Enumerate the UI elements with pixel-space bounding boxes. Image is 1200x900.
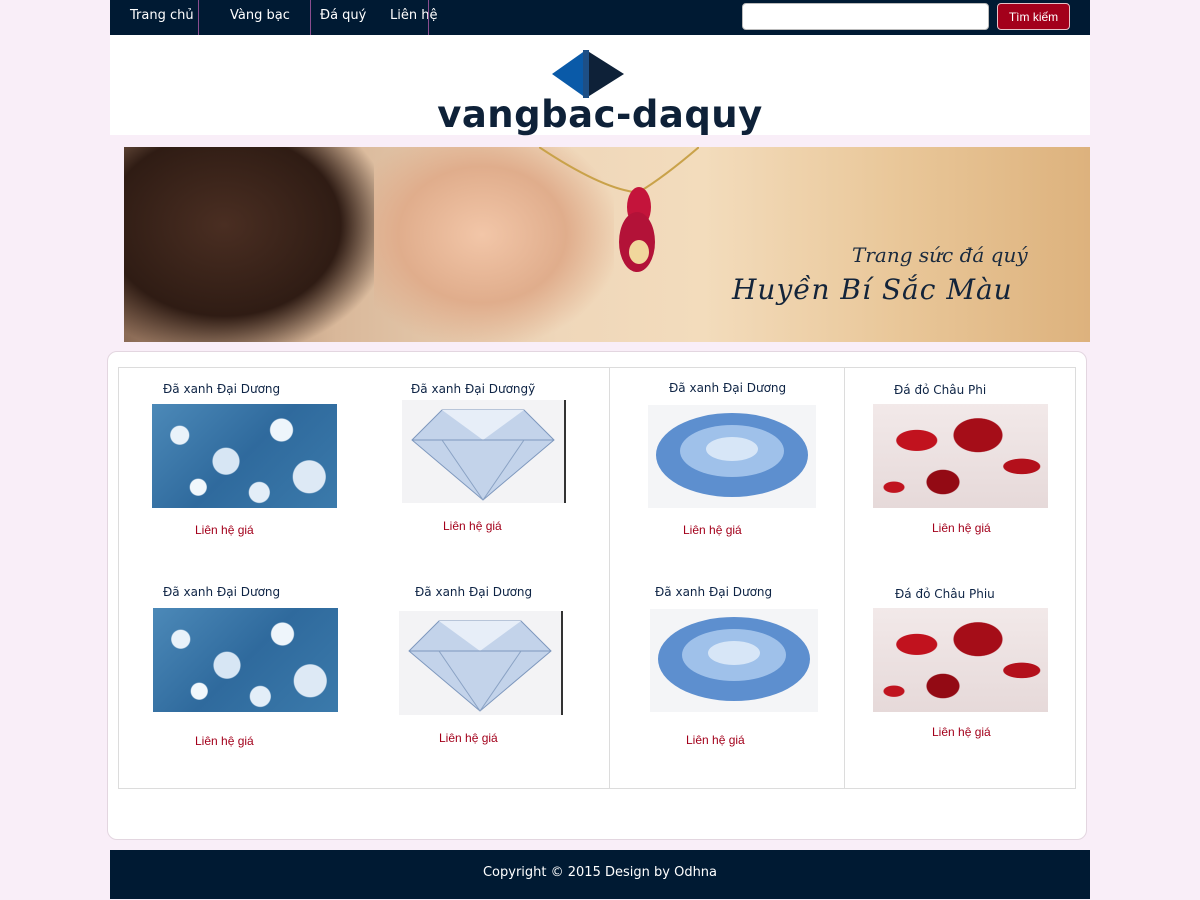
contact-price-link[interactable]: Liên hệ giá (195, 734, 254, 748)
blue-oval-gem-image[interactable] (650, 609, 818, 712)
site-logo-text[interactable]: vangbac-daquy (110, 93, 1090, 136)
contact-price-link[interactable]: Liên hệ giá (443, 519, 502, 533)
search-button[interactable]: Tìm kiếm (997, 3, 1070, 30)
contact-price-link[interactable]: Liên hệ giá (686, 733, 745, 747)
nav-item-contact[interactable]: Liên hệ (390, 0, 437, 35)
nav-item-gemstones[interactable]: Đá quý (320, 0, 366, 35)
logo-diamond-icon (552, 50, 624, 98)
banner-slogan: Huyền Bí Sắc Màu (732, 273, 1013, 306)
contact-price-link[interactable]: Liên hệ giá (439, 731, 498, 745)
contact-price-link[interactable]: Liên hệ giá (932, 725, 991, 739)
banner-model-hair (124, 147, 374, 342)
nav-divider (310, 0, 311, 35)
diamonds-cluster-image[interactable] (152, 404, 337, 508)
diamonds-cluster-image[interactable] (153, 608, 338, 712)
product-title[interactable]: Đã xanh Đại Dương (163, 382, 280, 396)
contact-price-link[interactable]: Liên hệ giá (683, 523, 742, 537)
footer-copyright: Copyright © 2015 Design by Odhna (482, 865, 718, 880)
site-header: vangbac-daquy (110, 35, 1090, 136)
top-nav-bar: Trang chủ Vàng bạc Đá quý Liên hệ Tìm ki… (110, 0, 1090, 35)
footer: Copyright © 2015 Design by Odhna (110, 850, 1090, 899)
grid-divider (609, 367, 610, 789)
product-title[interactable]: Đá đỏ Châu Phiu (895, 587, 995, 601)
blue-oval-gem-image[interactable] (648, 405, 816, 508)
product-title[interactable]: Đã xanh Đại Dương (655, 585, 772, 599)
product-title[interactable]: Đã xanh Đại Dương (163, 585, 280, 599)
red-heart-gems-image[interactable] (873, 404, 1048, 508)
necklace-pendant-icon (539, 147, 699, 272)
nav-divider (428, 0, 429, 35)
red-heart-gems-image[interactable] (873, 608, 1048, 712)
product-title[interactable]: Đã xanh Đại Dươngỹ (411, 382, 535, 396)
nav-divider (198, 0, 199, 35)
hero-banner: Trang sức đá quý Huyền Bí Sắc Màu (124, 147, 1090, 342)
banner-tagline: Trang sức đá quý (852, 243, 1028, 267)
nav-item-gold-silver[interactable]: Vàng bạc (230, 0, 290, 35)
product-title[interactable]: Đã xanh Đại Dương (415, 585, 532, 599)
grid-divider (844, 367, 845, 789)
nav-item-home[interactable]: Trang chủ (130, 0, 194, 35)
round-diamond-image[interactable] (402, 400, 566, 503)
round-diamond-image[interactable] (399, 611, 563, 715)
contact-price-link[interactable]: Liên hệ giá (195, 523, 254, 537)
search-input[interactable] (742, 3, 989, 30)
product-title[interactable]: Đã xanh Đại Dương (669, 381, 786, 395)
product-title[interactable]: Đá đỏ Châu Phi (894, 383, 986, 397)
contact-price-link[interactable]: Liên hệ giá (932, 521, 991, 535)
